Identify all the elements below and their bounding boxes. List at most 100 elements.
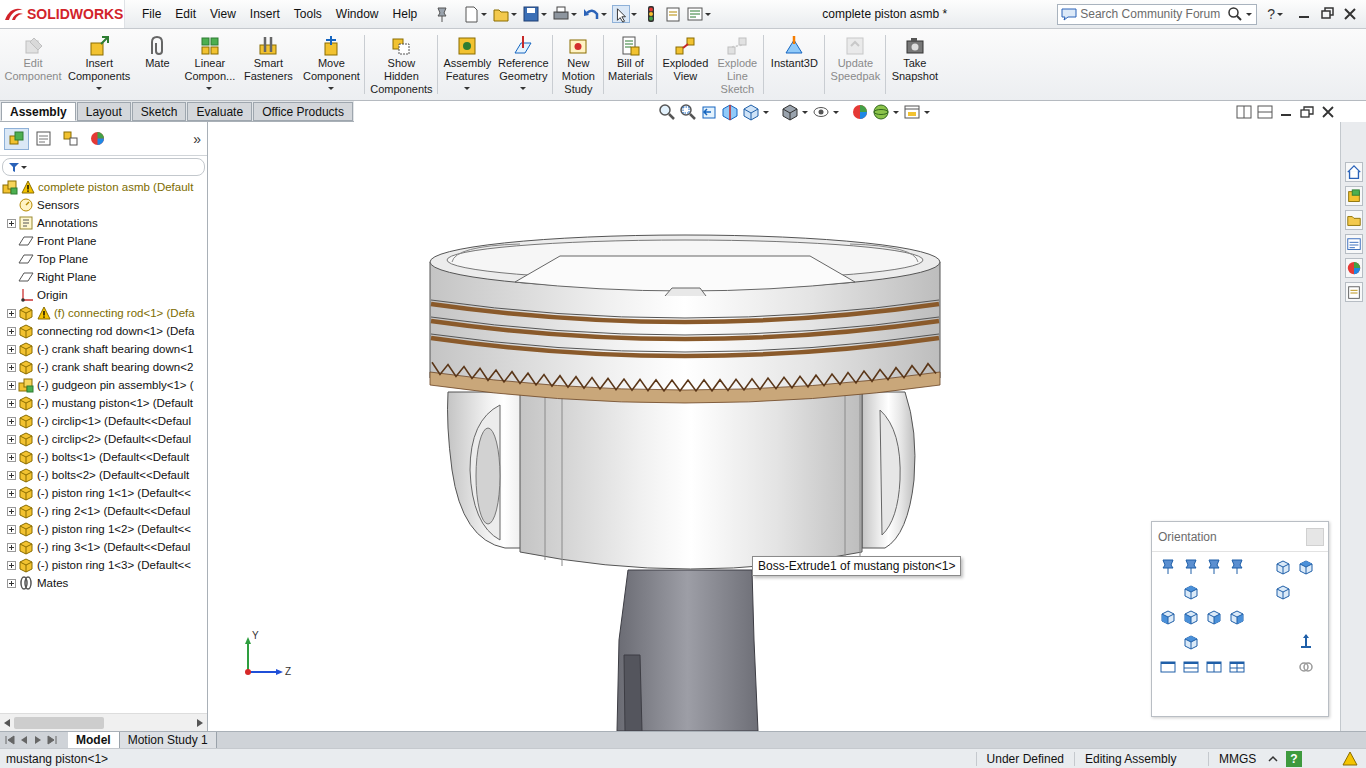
expand-plus-icon[interactable]	[7, 417, 16, 426]
tree-item[interactable]: (-) mustang piston<1> (Default	[0, 394, 207, 412]
panel-tab[interactable]	[31, 128, 56, 150]
horizontal-scrollbar[interactable]	[0, 713, 207, 731]
tree-item[interactable]: (-) ring 2<1> (Default<<Defaul	[0, 502, 207, 520]
view-palette-icon[interactable]	[1345, 234, 1363, 254]
new-motion-study-button[interactable]: NewMotionStudy	[554, 29, 602, 100]
first-tab-icon[interactable]	[4, 734, 16, 746]
restore-icon[interactable]	[1317, 6, 1337, 22]
dropdown-arrow-icon[interactable]	[924, 107, 931, 117]
tree-item[interactable]: (-) ring 3<1> (Default<<Defaul	[0, 538, 207, 556]
dropdown-arrow-icon[interactable]	[763, 107, 770, 117]
hide-show-items-icon[interactable]	[812, 103, 830, 121]
design-library-icon[interactable]	[1345, 186, 1363, 206]
minimize-icon[interactable]	[1294, 6, 1314, 22]
tree-item[interactable]: (-) piston ring 1<1> (Default<<	[0, 484, 207, 502]
expand-plus-icon[interactable]	[7, 381, 16, 390]
dropdown-arrow-icon[interactable]	[520, 83, 527, 93]
tree-filter[interactable]	[2, 158, 205, 176]
dropdown-arrow-icon[interactable]	[601, 9, 608, 19]
tree-item[interactable]: (-) crank shaft bearing down<1	[0, 340, 207, 358]
command-tab[interactable]: Office Products	[253, 102, 353, 121]
smart-fasteners-button[interactable]: SmartFasteners	[237, 29, 299, 100]
save-icon[interactable]	[522, 5, 540, 23]
undo-icon[interactable]	[582, 5, 600, 23]
search-input[interactable]	[1080, 7, 1224, 21]
bottom-tab[interactable]: Model	[68, 732, 120, 748]
link-views-icon[interactable]	[1297, 658, 1315, 676]
tile-horizontal-icon[interactable]	[1236, 105, 1252, 119]
dropdown-arrow-icon[interactable]	[328, 83, 335, 93]
viewport-close-icon[interactable]	[1320, 105, 1336, 119]
dropdown-arrow-icon[interactable]	[802, 107, 809, 117]
dropdown-arrow-icon[interactable]	[96, 83, 103, 93]
panel-tab[interactable]	[58, 128, 83, 150]
exploded-view-button[interactable]: ExplodedView	[658, 29, 712, 100]
tree-item[interactable]: (-) circlip<2> (Default<<Defaul	[0, 430, 207, 448]
search-magnifier-icon[interactable]	[1227, 6, 1243, 22]
update-speedpak-button[interactable]: UpdateSpeedpak	[826, 29, 884, 100]
command-tab[interactable]: Evaluate	[187, 102, 252, 121]
expand-plus-icon[interactable]	[7, 435, 16, 444]
select-arrow-icon[interactable]	[612, 5, 630, 23]
view-selector-icon[interactable]	[1274, 558, 1292, 576]
menu-item[interactable]: Tools	[287, 4, 329, 24]
panel-tab[interactable]	[4, 128, 29, 150]
expand-plus-icon[interactable]	[7, 579, 16, 588]
tile-vertical-icon[interactable]	[1257, 105, 1273, 119]
tree-item[interactable]: (-) piston ring 1<3> (Default<<	[0, 556, 207, 574]
app-logo[interactable]: SOLIDWORKS	[0, 0, 125, 28]
two-view-vertical-icon[interactable]	[1205, 658, 1223, 676]
tree-item[interactable]: Front Plane	[0, 232, 207, 250]
expand-plus-icon[interactable]	[7, 471, 16, 480]
dropdown-arrow-icon[interactable]	[571, 9, 578, 19]
reset-views-icon[interactable]	[1228, 558, 1246, 576]
dialog-close-button[interactable]	[1306, 528, 1324, 546]
pin-view-icon[interactable]	[1159, 558, 1177, 576]
bottom-view-icon[interactable]	[1182, 633, 1200, 651]
menu-item[interactable]: View	[203, 4, 243, 24]
linear-component-pattern-button[interactable]: LinearCompon...	[182, 29, 237, 100]
take-snapshot-button[interactable]: TakeSnapshot	[887, 29, 942, 100]
scroll-right-icon[interactable]	[196, 718, 204, 728]
dropdown-arrow-icon[interactable]	[206, 83, 213, 93]
tree-item[interactable]: Sensors	[0, 196, 207, 214]
viewport-minimize-icon[interactable]	[1278, 105, 1294, 119]
dropdown-arrow-icon[interactable]	[893, 107, 900, 117]
dropdown-arrow-icon[interactable]	[511, 9, 518, 19]
menu-item[interactable]: File	[135, 4, 168, 24]
open-folder-icon[interactable]	[492, 5, 510, 23]
bottom-tab[interactable]: Motion Study 1	[120, 732, 217, 748]
display-style-icon[interactable]	[781, 103, 799, 121]
menu-item[interactable]: Help	[386, 4, 425, 24]
edit-appearance-icon[interactable]	[851, 103, 869, 121]
instant3d-button[interactable]: Instant3D	[765, 29, 823, 100]
command-tab[interactable]: Layout	[77, 102, 131, 121]
help-menu[interactable]: ?	[1267, 6, 1284, 22]
menu-item[interactable]: Window	[329, 4, 386, 24]
update-standard-views-icon[interactable]	[1205, 558, 1223, 576]
new-document-icon[interactable]	[462, 5, 480, 23]
home-icon[interactable]	[1345, 162, 1363, 182]
view-settings-icon[interactable]	[903, 103, 921, 121]
view-cube-icon[interactable]	[1297, 558, 1315, 576]
graphics-area[interactable]: Boss-Extrude1 of mustang piston<1>YZOrie…	[208, 122, 1340, 731]
rebuild-status-icon[interactable]	[1342, 751, 1358, 767]
expand-panel-button[interactable]: »	[193, 131, 203, 147]
mate-button[interactable]: Mate	[132, 29, 182, 100]
rebuild-icon[interactable]	[642, 5, 660, 23]
expand-plus-icon[interactable]	[7, 525, 16, 534]
scroll-thumb[interactable]	[14, 717, 104, 729]
expand-plus-icon[interactable]	[7, 309, 16, 318]
expand-plus-icon[interactable]	[7, 219, 16, 228]
edit-component-button[interactable]: EditComponent	[0, 29, 66, 100]
close-icon[interactable]	[1340, 6, 1360, 22]
normal-to-icon[interactable]	[1297, 633, 1315, 651]
search-box[interactable]	[1057, 4, 1257, 25]
dropdown-arrow-icon[interactable]	[541, 9, 548, 19]
zoom-to-fit-icon[interactable]	[658, 103, 676, 121]
previous-view-icon[interactable]	[700, 103, 718, 121]
menu-item[interactable]: Edit	[168, 4, 203, 24]
panel-tab[interactable]	[85, 128, 110, 150]
show-hidden-components-button[interactable]: ShowHiddenComponents	[366, 29, 436, 100]
print-icon[interactable]	[552, 5, 570, 23]
